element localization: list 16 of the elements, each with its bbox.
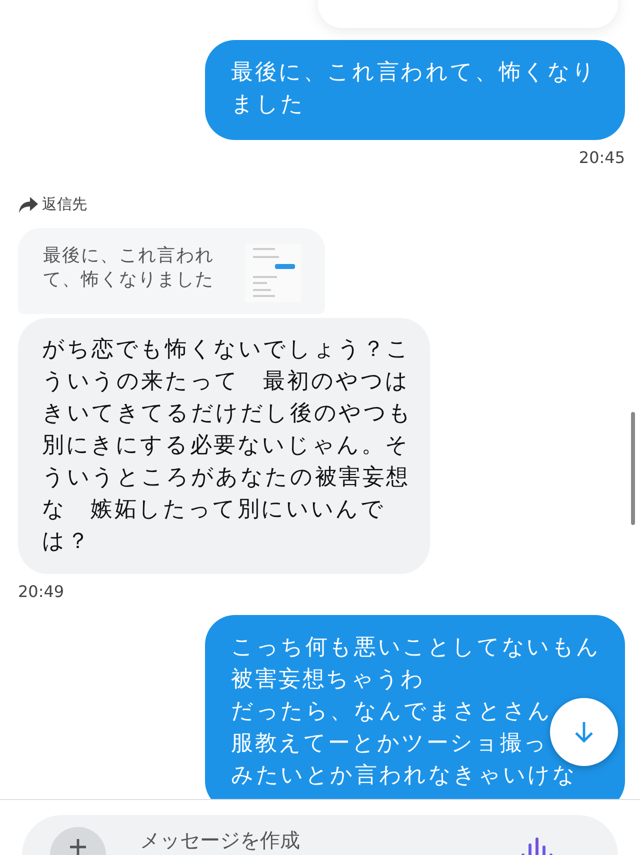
message-time: 20:49: [18, 582, 64, 601]
message-text: がち恋でも怖くないでしょう？こういうの来たって 最初のやつはきいてきてるだけだし後のやつも別にきにする必要ないじゃん。そういうところがあなたの被害妄想な 嫉妬したって別にいいんでは？: [42, 336, 414, 556]
reply-arrow-icon: [18, 196, 38, 214]
message-text: こっち何も悪いことしてないもん: [231, 634, 601, 662]
message-text: みたいとか言われなきゃいけな: [231, 762, 578, 790]
message-text: 最後に、これ言われて、怖くなりました: [231, 59, 598, 119]
plus-icon: [70, 839, 86, 855]
message-text: 服教えてーとかツーショ撮っ: [231, 730, 548, 758]
message-text: 被害妄想ちゃうわ: [231, 666, 426, 694]
reply-label: 返信先: [42, 195, 87, 214]
quoted-message[interactable]: 最後に、これ言われて、怖くなりました: [18, 228, 325, 314]
down-arrow-icon: [573, 720, 595, 744]
message-input[interactable]: メッセージを作成: [140, 827, 520, 853]
scrollbar[interactable]: [631, 412, 635, 525]
message-text: だったら、なんでまさとさん: [231, 698, 552, 726]
message-time: 20:45: [578, 148, 625, 167]
